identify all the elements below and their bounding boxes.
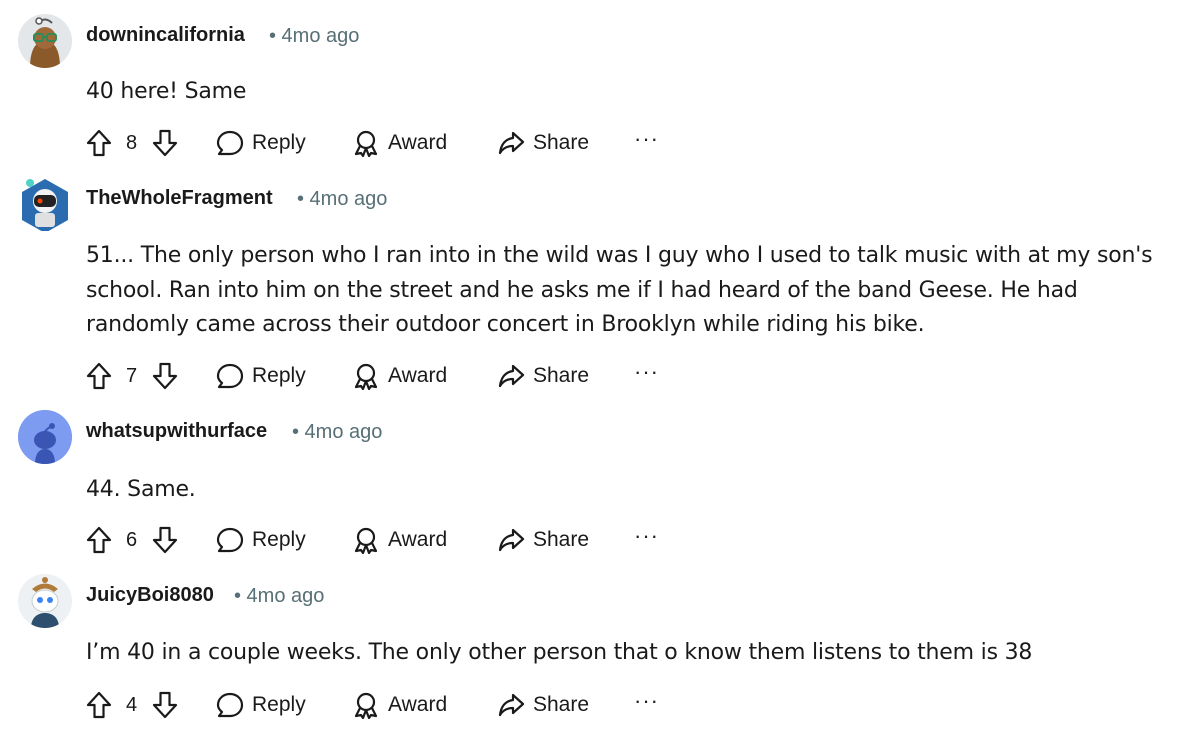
award-icon: [354, 130, 378, 157]
award-button[interactable]: Award: [352, 691, 447, 719]
share-label: Share: [533, 131, 590, 154]
downvote-button[interactable]: [152, 129, 178, 157]
upvote-button[interactable]: [86, 129, 112, 157]
avatar-robot-icon: [22, 179, 68, 231]
share-button[interactable]: Share: [497, 129, 589, 157]
downvote-button[interactable]: [152, 362, 178, 390]
reply-label: Reply: [252, 131, 306, 154]
comment-text: 40 here! Same: [86, 79, 247, 104]
user-avatar[interactable]: [18, 14, 72, 68]
more-options-button[interactable]: ···: [634, 688, 659, 714]
comment-text: 51... The only person who I ran into in …: [86, 243, 1153, 337]
award-label: Award: [388, 131, 448, 154]
share-icon: [498, 364, 525, 388]
downvote-icon: [152, 362, 178, 390]
award-label: Award: [388, 364, 448, 387]
reply-label: Reply: [252, 528, 306, 551]
more-options-button[interactable]: ···: [634, 359, 659, 385]
username[interactable]: whatsupwithurface: [86, 420, 267, 443]
timestamp: • 4mo ago: [292, 421, 383, 443]
downvote-button[interactable]: [152, 691, 178, 719]
share-label: Share: [533, 528, 590, 551]
vote-count: 8: [126, 132, 138, 154]
share-icon: [498, 528, 525, 552]
award-button[interactable]: Award: [352, 129, 447, 157]
award-icon: [354, 692, 378, 719]
user-avatar[interactable]: [18, 574, 72, 628]
vote-count: 6: [126, 529, 138, 551]
downvote-icon: [152, 691, 178, 719]
award-button[interactable]: Award: [352, 526, 447, 554]
reply-icon: [216, 130, 244, 156]
downvote-button[interactable]: [152, 526, 178, 554]
reply-button[interactable]: Reply: [216, 362, 306, 390]
share-button[interactable]: Share: [497, 691, 589, 719]
avatar-default-snoo-icon: [18, 410, 72, 464]
award-label: Award: [388, 693, 448, 716]
share-label: Share: [533, 693, 590, 716]
upvote-icon: [86, 362, 112, 390]
more-options-button[interactable]: ···: [634, 126, 659, 152]
timestamp: • 4mo ago: [297, 188, 388, 210]
reply-label: Reply: [252, 693, 306, 716]
timestamp: • 4mo ago: [269, 25, 360, 47]
upvote-icon: [86, 129, 112, 157]
reply-button[interactable]: Reply: [216, 526, 306, 554]
vote-count: 7: [126, 365, 138, 387]
award-button[interactable]: Award: [352, 362, 447, 390]
reply-icon: [216, 692, 244, 718]
share-icon: [498, 131, 525, 155]
comment-text: I’m 40 in a couple weeks. The only other…: [86, 640, 1033, 665]
avatar-green-glasses-icon: [18, 14, 72, 68]
award-label: Award: [388, 528, 448, 551]
vote-count: 4: [126, 694, 138, 716]
reply-icon: [216, 363, 244, 389]
username[interactable]: TheWholeFragment: [86, 187, 273, 210]
reply-button[interactable]: Reply: [216, 691, 306, 719]
reply-icon: [216, 527, 244, 553]
downvote-icon: [152, 526, 178, 554]
downvote-icon: [152, 129, 178, 157]
share-button[interactable]: Share: [497, 526, 589, 554]
award-icon: [354, 527, 378, 554]
upvote-icon: [86, 691, 112, 719]
upvote-icon: [86, 526, 112, 554]
upvote-button[interactable]: [86, 691, 112, 719]
avatar-snoo-hat-icon: [18, 574, 72, 628]
reply-label: Reply: [252, 364, 306, 387]
username[interactable]: downincalifornia: [86, 24, 245, 47]
upvote-button[interactable]: [86, 526, 112, 554]
share-icon: [498, 693, 525, 717]
timestamp: • 4mo ago: [234, 585, 325, 607]
more-options-button[interactable]: ···: [634, 523, 659, 549]
reply-button[interactable]: Reply: [216, 129, 306, 157]
username[interactable]: JuicyBoi8080: [86, 584, 214, 607]
award-icon: [354, 363, 378, 390]
share-label: Share: [533, 364, 590, 387]
upvote-button[interactable]: [86, 362, 112, 390]
comment-text: 44. Same.: [86, 477, 196, 502]
share-button[interactable]: Share: [497, 362, 589, 390]
user-avatar[interactable]: [18, 410, 72, 464]
user-avatar[interactable]: [18, 177, 72, 231]
